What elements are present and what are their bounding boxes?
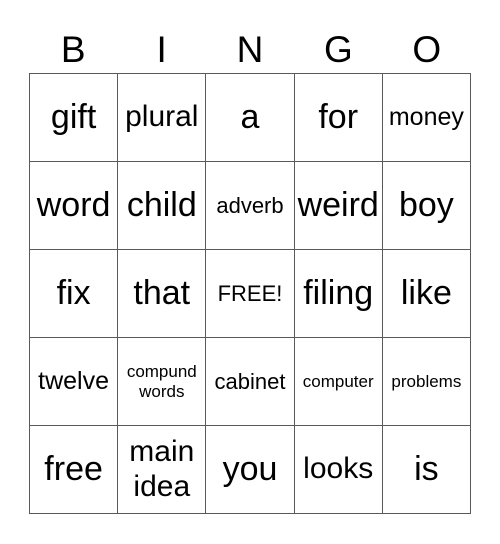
bingo-cell[interactable]: boy <box>382 162 471 250</box>
bingo-cell[interactable]: word <box>30 162 119 250</box>
bingo-cell[interactable]: like <box>382 250 471 338</box>
bingo-cell[interactable]: free <box>30 426 119 514</box>
bingo-cell[interactable]: fix <box>30 250 119 338</box>
bingo-cell[interactable]: child <box>118 162 207 250</box>
bingo-cell[interactable]: main idea <box>118 426 207 514</box>
bingo-cell[interactable]: twelve <box>30 338 119 426</box>
bingo-cell[interactable]: you <box>206 426 295 514</box>
bingo-cell[interactable]: cabinet <box>206 338 295 426</box>
bingo-cell[interactable]: adverb <box>206 162 295 250</box>
header-letter-g: G <box>324 29 353 70</box>
bingo-cell[interactable]: that <box>118 250 207 338</box>
bingo-cell[interactable]: for <box>294 74 383 162</box>
bingo-cell[interactable]: problems <box>382 338 471 426</box>
bingo-cell[interactable]: is <box>382 426 471 514</box>
bingo-cell[interactable]: gift <box>30 74 119 162</box>
bingo-cell[interactable]: money <box>382 74 471 162</box>
bingo-cell[interactable]: weird <box>294 162 383 250</box>
bingo-grid: gift plural a for money word child adver… <box>29 73 471 514</box>
header-letter-i: I <box>156 29 167 70</box>
bingo-cell[interactable]: plural <box>118 74 207 162</box>
bingo-cell[interactable]: computer <box>294 338 383 426</box>
bingo-cell[interactable]: compund words <box>118 338 207 426</box>
bingo-cell[interactable]: looks <box>294 426 383 514</box>
header-letter-o: O <box>412 29 442 70</box>
bingo-cell[interactable]: filing <box>294 250 383 338</box>
header-letter-b: B <box>60 29 86 70</box>
free-space[interactable]: FREE! <box>206 250 295 338</box>
header-letter-n: N <box>236 29 264 70</box>
bingo-header: B I N G O <box>29 28 471 72</box>
bingo-cell[interactable]: a <box>206 74 295 162</box>
